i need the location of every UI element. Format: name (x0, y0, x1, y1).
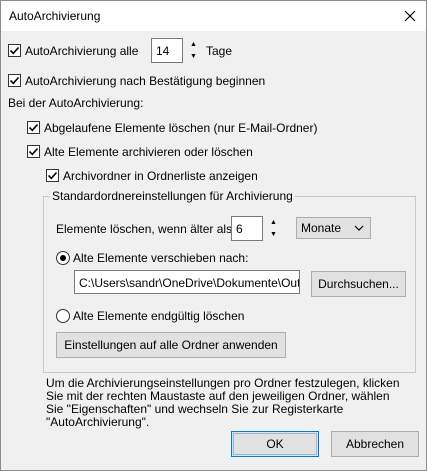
title-bar: AutoArchivierung (1, 1, 426, 31)
apply-all-folders-button[interactable]: Einstellungen auf alle Ordner anwenden (56, 332, 286, 358)
dialog-body: AutoArchivierung alle 14 ▲ ▼ Tage AutoAr… (1, 31, 426, 470)
delete-permanently-radio[interactable] (56, 309, 70, 323)
checkmark-icon (28, 123, 39, 132)
radio-selected-dot (60, 255, 66, 261)
spin-down-icon[interactable]: ▼ (267, 229, 280, 242)
confirm-label: AutoArchivierung nach Bestätigung beginn… (25, 74, 266, 88)
autoarchive-every-checkbox[interactable] (8, 44, 21, 57)
group-legend: Standardordnereinstellungen für Archivie… (50, 189, 295, 203)
checkmark-icon (47, 171, 58, 180)
clean-older-input[interactable]: 6 (231, 216, 263, 241)
cancel-button[interactable]: Abbrechen (331, 431, 419, 457)
section-heading: Bei der AutoArchivierung: (8, 96, 144, 110)
checkmark-icon (9, 46, 20, 55)
archive-old-label: Alte Elemente archivieren oder löschen (44, 145, 253, 159)
period-select[interactable]: Monate (296, 217, 371, 239)
confirm-checkbox[interactable] (8, 74, 21, 87)
ok-button[interactable]: OK (231, 431, 319, 457)
checkmark-icon (28, 147, 39, 156)
close-icon (404, 10, 416, 22)
delete-permanently-label: Alte Elemente endgültig löschen (73, 309, 245, 323)
checkmark-icon (9, 76, 20, 85)
delete-expired-label: Abgelaufene Elemente löschen (nur E-Mail… (44, 121, 318, 135)
autoarchive-dialog: AutoArchivierung AutoArchivierung alle 1… (0, 0, 427, 471)
autoarchive-days-input[interactable]: 14 (151, 38, 183, 63)
show-folder-checkbox[interactable] (46, 169, 59, 182)
close-button[interactable] (399, 5, 421, 27)
show-folder-label: Archivordner in Ordnerliste anzeigen (63, 169, 258, 183)
move-old-label: Alte Elemente verschieben nach: (73, 251, 249, 265)
days-unit-label: Tage (206, 44, 233, 58)
info-text: Um die Archivierungseinstellungen pro Or… (46, 376, 400, 429)
window-title: AutoArchivierung (9, 9, 101, 23)
move-old-radio[interactable] (56, 251, 70, 265)
clean-older-spinner[interactable]: ▲ ▼ (267, 216, 280, 241)
chevron-down-icon (354, 225, 364, 231)
spin-up-icon[interactable]: ▲ (187, 38, 200, 51)
period-selected-value: Monate (301, 221, 342, 235)
spin-down-icon[interactable]: ▼ (187, 51, 200, 64)
browse-button[interactable]: Durchsuchen... (311, 271, 406, 297)
delete-expired-checkbox[interactable] (27, 121, 40, 134)
clean-older-label: Elemente löschen, wenn älter als (56, 222, 233, 236)
archive-old-checkbox[interactable] (27, 145, 40, 158)
spin-up-icon[interactable]: ▲ (267, 216, 280, 229)
archive-path-input[interactable]: C:\Users\sandr\OneDrive\Dokumente\Outl (74, 270, 300, 294)
autoarchive-days-spinner[interactable]: ▲ ▼ (187, 38, 200, 63)
autoarchive-every-label: AutoArchivierung alle (25, 44, 139, 58)
